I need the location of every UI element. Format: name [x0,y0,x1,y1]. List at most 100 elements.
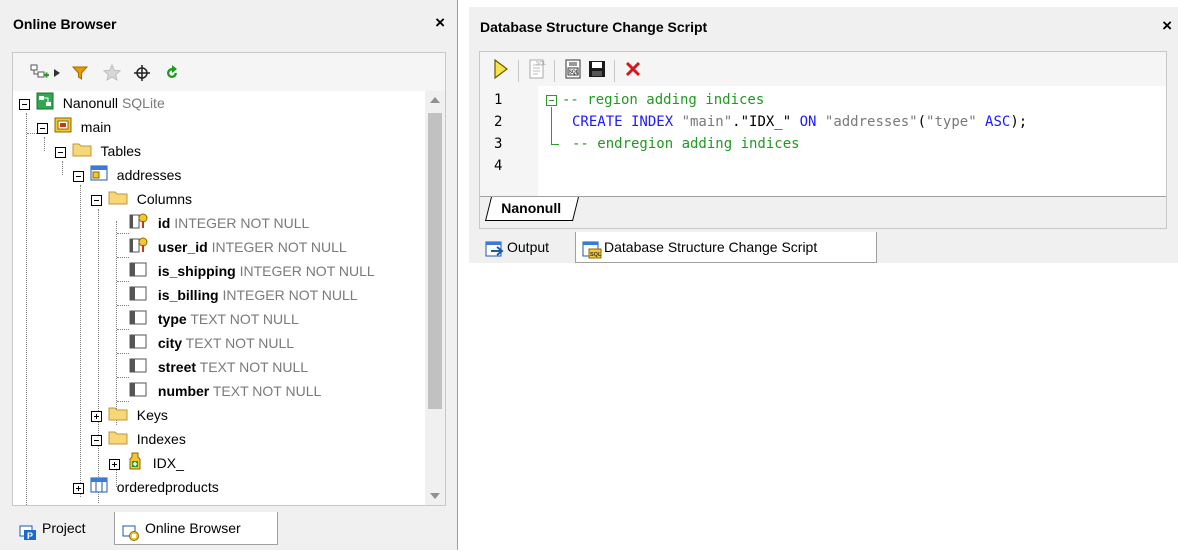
keys-folder-label: Keys [136,407,168,423]
index-icon [126,452,144,477]
index-name: IDX_ [152,455,184,471]
folder-icon [72,140,92,164]
refresh-icon[interactable] [161,62,183,84]
tree-guide-line [44,137,45,151]
tree-node-index[interactable]: IDX_ [109,451,184,475]
tree-guide-line [117,257,129,258]
line-number: 2 [494,114,503,130]
tree-node-table-orderedproducts[interactable]: orderedproducts [73,475,219,499]
tree-node-indexes-folder[interactable]: Indexes [91,427,186,451]
tab-label: Online Browser [145,520,241,536]
open-sql-editor-icon[interactable]: SQL [526,58,548,80]
table-icon [90,164,108,189]
tree-node-table-addresses[interactable]: addresses [73,163,181,187]
tab-label: Project [42,520,86,536]
editor-tab-bar: Nanonull [480,196,1166,228]
schema-name: main [80,119,112,135]
tree-node-column[interactable]: user_id INTEGER NOT NULL [129,235,347,259]
sqlite-connection-icon [36,92,54,117]
column-icon [129,284,149,309]
expand-toggle-icon[interactable] [109,458,120,470]
column-name: user_id [157,239,208,255]
expand-toggle-icon[interactable] [91,410,102,422]
tab-project[interactable]: P Project [12,512,114,545]
column-icon [129,308,149,333]
scroll-up-icon[interactable] [430,97,440,103]
output-icon [485,239,505,269]
sql-punctuation: ); [1010,114,1028,130]
tables-folder-label: Tables [100,143,141,159]
tree-node-column[interactable]: street TEXT NOT NULL [129,355,308,379]
change-script-titlebar: Database Structure Change Script × [469,7,1178,43]
sql-identifier: "main" [681,114,733,130]
tab-output[interactable]: Output [479,232,573,263]
line-number: 1 [494,92,503,108]
close-panel-button[interactable]: × [435,13,445,33]
scroll-down-icon[interactable] [430,493,440,499]
dropdown-arrow-icon[interactable] [51,62,63,84]
expand-toggle-icon[interactable] [73,482,84,494]
collapse-toggle-icon[interactable] [91,434,102,446]
tab-online-browser[interactable]: Online Browser [114,512,278,545]
tab-database-structure-change-script[interactable]: SQL Database Structure Change Script [575,232,877,263]
tree-node-column[interactable]: number TEXT NOT NULL [129,379,321,403]
tree-node-column[interactable]: id INTEGER NOT NULL [129,211,309,235]
online-browser-content: Nanonull SQLite main Tables addresses Co… [12,52,446,506]
script-toolbar: SQL SQL [480,52,1166,86]
line-number: 3 [494,136,503,152]
folder-icon [108,188,128,212]
tree-node-connection[interactable]: Nanonull SQLite [19,91,165,115]
tree-node-tables-folder[interactable]: Tables [55,139,141,163]
sql-identifier: "type" [926,114,977,130]
filter-icon[interactable] [69,62,91,84]
scroll-thumb[interactable] [428,113,442,409]
tree-guide-line [117,377,129,378]
collapse-toggle-icon[interactable] [19,98,30,110]
run-script-icon[interactable] [490,58,512,80]
fold-collapse-icon[interactable] [546,95,557,106]
column-type: INTEGER NOT NULL [211,239,347,255]
toolbar-separator [518,60,519,82]
add-connection-icon[interactable] [29,62,51,84]
column-type: INTEGER NOT NULL [174,215,310,231]
save-icon[interactable] [586,58,608,80]
close-panel-button[interactable]: × [1162,16,1172,36]
tab-nanonull[interactable]: Nanonull [485,197,579,221]
table-icon [90,476,108,500]
script-editor: SQL SQL 1 2 3 4 -- region adding indices… [479,51,1167,229]
locate-object-icon[interactable] [131,62,153,84]
column-icon [129,356,149,381]
column-name: city [157,335,183,351]
tree-node-column[interactable]: type TEXT NOT NULL [129,307,299,331]
favorites-star-icon[interactable] [101,62,123,84]
tree-node-column[interactable]: is_shipping INTEGER NOT NULL [129,259,375,283]
tab-label: Nanonull [501,200,562,216]
tree-node-columns-folder[interactable]: Columns [91,187,192,211]
tree-node-schema[interactable]: main [37,115,111,139]
table-name: addresses [116,167,182,183]
fold-guide-line [551,144,559,145]
tree-scrollbar[interactable] [425,91,445,505]
collapse-toggle-icon[interactable] [91,194,102,206]
delete-icon[interactable] [622,58,644,80]
collapse-toggle-icon[interactable] [55,146,66,158]
sql-punctuation: . [732,114,741,130]
column-type: INTEGER NOT NULL [239,263,375,279]
column-name: id [157,215,171,231]
code-editor[interactable]: 1 2 3 4 -- region adding indices CREATE … [480,86,1166,196]
column-type: TEXT NOT NULL [212,383,322,399]
collapse-toggle-icon[interactable] [73,170,84,182]
tree-node-keys-folder[interactable]: Keys [91,403,168,427]
toolbar-separator [614,60,615,82]
tree-node-column[interactable]: city TEXT NOT NULL [129,331,294,355]
column-name: street [157,359,197,375]
svg-text:SQL: SQL [590,252,602,258]
tree-node-column[interactable]: is_billing INTEGER NOT NULL [129,283,358,307]
toolbar-separator [554,60,555,82]
svg-text:SQL: SQL [536,61,546,67]
code-line-3: -- endregion adding indices [572,136,800,152]
export-sql-icon[interactable]: SQL [562,58,584,80]
online-browser-icon [122,520,140,553]
collapse-toggle-icon[interactable] [37,122,48,134]
column-type: INTEGER NOT NULL [222,287,358,303]
